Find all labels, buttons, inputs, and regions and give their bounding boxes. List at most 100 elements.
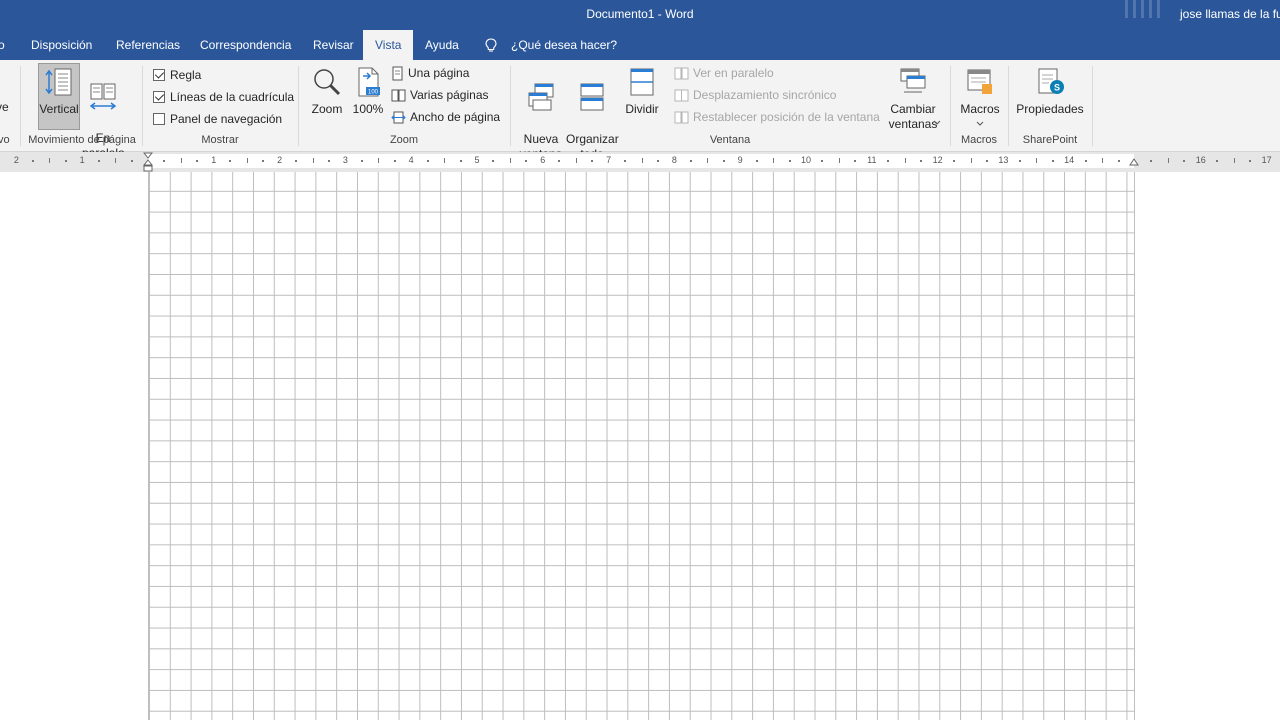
tab-correspondencia[interactable]: Correspondencia: [200, 30, 291, 60]
ribbon-vista: ve r vo Vertical En paralelo M: [0, 60, 1280, 161]
ruler-tick: [854, 160, 857, 162]
macros-button[interactable]: Macros: [958, 63, 1002, 127]
page-width-button[interactable]: Ancho de página: [391, 110, 500, 125]
ruler-tick: [773, 158, 775, 163]
split-button[interactable]: Dividir: [622, 63, 662, 117]
ruler-number: 6: [540, 155, 546, 165]
vertical-movement-button[interactable]: Vertical: [38, 63, 80, 130]
page-movement-group-label: Movimiento de página: [28, 134, 136, 146]
ruler-number: 10: [800, 155, 811, 165]
ruler-number: 12: [932, 155, 943, 165]
side-by-side-docs-icon: [674, 67, 689, 80]
gridlines-checkbox[interactable]: Líneas de la cuadrícula: [153, 90, 294, 104]
side-by-side-movement-button[interactable]: En paralelo: [82, 63, 125, 161]
arrange-all-icon: [580, 83, 604, 111]
ruler-tick: [1117, 160, 1120, 162]
tab-referencias[interactable]: Referencias: [116, 30, 180, 60]
multiple-pages-icon: [391, 89, 406, 102]
ruler-tick: [707, 158, 709, 163]
properties-label: Propiedades: [1016, 102, 1084, 116]
window-group-label: Ventana: [709, 134, 751, 146]
ruler-tick: [492, 160, 495, 162]
zoom-label: Zoom: [311, 102, 343, 116]
zoom-100-label: 100%: [352, 102, 384, 116]
ruler-tick: [755, 160, 758, 162]
ruler-tick: [920, 160, 923, 162]
ruler-tick: [459, 160, 462, 162]
ruler-number: 14: [1064, 155, 1075, 165]
ruler-tick: [115, 158, 117, 163]
window-title: Documento1 - Word: [586, 7, 694, 21]
ruler-tick: [229, 160, 232, 162]
tab-vista[interactable]: Vista: [363, 30, 414, 61]
sync-scrolling-icon: [674, 89, 689, 102]
chevron-down-icon: [976, 121, 984, 126]
navigation-pane-check-icon: [153, 113, 165, 125]
new-window-icon: [528, 83, 554, 111]
ruler-tick: [985, 160, 988, 162]
indent-marker-icon[interactable]: [143, 152, 153, 172]
sync-scrolling-button[interactable]: Desplazamiento sincrónico: [674, 88, 836, 102]
macros-group-label: Macros: [960, 134, 998, 146]
tab-revisar[interactable]: Revisar: [313, 30, 354, 60]
ruler-tick: [656, 160, 659, 162]
new-window-button[interactable]: Nueva ventana: [517, 63, 565, 162]
one-page-icon: [392, 66, 403, 81]
navigation-pane-label: Panel de navegación: [170, 112, 283, 126]
ruler-number: 1: [211, 155, 217, 165]
ruler-number: 7: [606, 155, 612, 165]
title-bar: Documento1 - Word jose llamas de la fue: [0, 0, 1280, 30]
arrange-all-button[interactable]: Organizar todo: [566, 63, 619, 162]
ruler-tick: [1249, 160, 1252, 162]
ruler-tick: [1216, 160, 1219, 162]
ruler-tick: [393, 160, 396, 162]
ruler-number: 5: [474, 155, 480, 165]
ruler-number: 1: [79, 155, 85, 165]
zoom-button[interactable]: Zoom: [306, 63, 348, 117]
ruler-number: 4: [408, 155, 414, 165]
ruler-tick: [327, 160, 330, 162]
properties-button[interactable]: S Propiedades: [1014, 63, 1086, 117]
view-mode-partial-label-top: ve: [0, 100, 9, 114]
one-page-button[interactable]: Una página: [391, 66, 469, 81]
ruler-tick: [1183, 160, 1186, 162]
ruler-tick: [97, 160, 100, 162]
ruler-tick: [821, 160, 824, 162]
reset-position-icon: [674, 111, 689, 124]
zoom-100-button[interactable]: 100 100%: [350, 63, 386, 117]
multiple-pages-button[interactable]: Varias páginas: [391, 88, 489, 103]
ruler-tick: [295, 160, 298, 162]
ruler-number: 9: [737, 155, 743, 165]
navigation-pane-checkbox[interactable]: Panel de navegación: [153, 112, 282, 126]
switch-windows-button[interactable]: Cambiar ventanas: [880, 63, 946, 132]
ruler-tick: [378, 158, 380, 163]
view-side-by-side-button[interactable]: Ver en paralelo: [674, 66, 774, 80]
reset-window-position-label: Restablecer posición de la ventana: [693, 110, 880, 124]
ruler-tick: [970, 158, 972, 163]
right-indent-marker-icon[interactable]: [1129, 158, 1139, 168]
document-page-with-gridlines[interactable]: [148, 172, 1135, 720]
reset-window-position-button[interactable]: Restablecer posición de la ventana: [674, 110, 880, 124]
ruler-tick: [1084, 160, 1087, 162]
account-user-name[interactable]: jose llamas de la fue: [1180, 7, 1280, 21]
ruler-number: 3: [342, 155, 348, 165]
ruler-checkbox[interactable]: Regla: [153, 68, 201, 82]
split-window-icon: [630, 68, 654, 96]
tab-disposicion[interactable]: Disposición: [31, 30, 92, 60]
ruler-tick: [360, 160, 363, 162]
tell-me-search[interactable]: ¿Qué desea hacer?: [485, 30, 617, 60]
tab-ayuda[interactable]: Ayuda: [425, 30, 459, 60]
ruler-number: 13: [998, 155, 1009, 165]
ruler-tick: [426, 160, 429, 162]
horizontal-ruler[interactable]: 2 1 1 2 3 4 5 6 7 8 9 10 11 12 13 14 16 17: [0, 152, 1280, 172]
tab-partial[interactable]: o: [0, 30, 5, 60]
ruler-tick: [163, 160, 166, 162]
ruler-tick: [788, 160, 791, 162]
view-mode-partial-button[interactable]: ve r: [0, 100, 16, 130]
ruler-tick: [1036, 158, 1038, 163]
ruler-number: 2: [13, 155, 19, 165]
document-area[interactable]: [0, 172, 1280, 720]
ruler-tick: [1018, 160, 1021, 162]
show-group-label: Mostrar: [201, 134, 239, 146]
ruler-number: 17: [1261, 155, 1272, 165]
